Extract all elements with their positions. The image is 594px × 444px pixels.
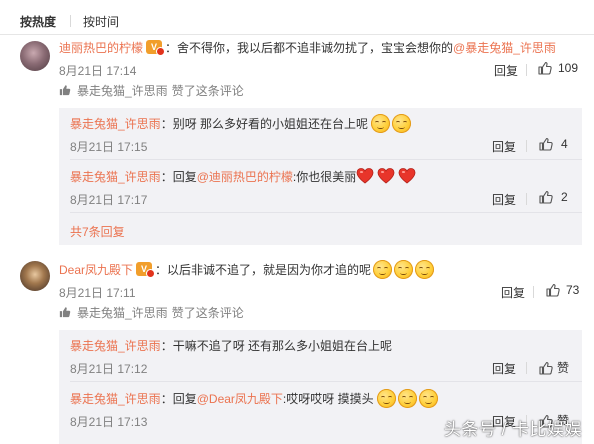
sort-by-time-tab[interactable]: 按时间 — [83, 13, 119, 30]
reply-prefix: 回复 — [172, 169, 197, 184]
comment-username[interactable]: 迪丽热巴的柠檬 — [59, 39, 143, 56]
smile-emoji-icon — [397, 388, 417, 408]
reply-line: 暴走兔猫_许思雨 ： 回复 @迪丽热巴的柠檬 :你也很美丽 — [70, 167, 419, 185]
reply-line: 暴走兔猫_许思雨 ： 回复 @Dear凤九殿下 :哎呀哎呀 摸摸头 — [70, 388, 440, 408]
smile-emoji-icon — [392, 113, 412, 133]
reply-time: 8月21日 17:13 — [70, 415, 148, 429]
comment-time: 8月21日 17:14 — [59, 64, 137, 78]
vip-badge-icon: V — [136, 262, 156, 278]
colon-separator: ： — [160, 391, 173, 406]
sort-by-hot-tab[interactable]: 按热度 — [20, 13, 56, 30]
avatar[interactable] — [20, 41, 50, 71]
like-count: 4 — [561, 137, 568, 151]
watermark: 头条号 / 卡比娱娱 — [443, 420, 582, 439]
heart-emoji-icon — [356, 167, 374, 185]
like-count: 73 — [566, 283, 580, 297]
upvoter-name[interactable]: 暴走兔猫_许思雨 — [77, 304, 168, 321]
reply-divider — [70, 212, 582, 213]
colon-separator: ： — [155, 262, 168, 277]
reply-username[interactable]: 暴走兔猫_许思雨 — [70, 115, 161, 132]
reply-divider — [70, 159, 582, 160]
heart-emoji-icon — [377, 167, 395, 185]
comment-text: 以后非诚不追了，就是因为你才追的呢 — [167, 262, 372, 277]
comment-time: 8月21日 17:11 — [59, 286, 136, 300]
reply-button[interactable]: 回复 — [492, 138, 516, 155]
smile-emoji-icon — [415, 259, 435, 279]
reply-username[interactable]: 暴走兔猫_许思雨 — [70, 390, 161, 407]
reply-text: :你也很美丽 — [292, 169, 357, 184]
reply-username[interactable]: 暴走兔猫_许思雨 — [70, 168, 161, 185]
more-replies-link[interactable]: 共7条回复 — [70, 223, 125, 240]
reply-line: 暴走兔猫_许思雨 ： 别呀 那么多好看的小姐姐还在台上呢 — [70, 113, 413, 133]
reply-text: :哎呀哎呀 摸摸头 — [282, 391, 374, 406]
reply-time: 8月21日 17:12 — [70, 362, 148, 376]
sort-tabs: 按热度 按时间 — [20, 12, 119, 30]
comment-line: 迪丽热巴的柠檬 V ： 舍不得你，我以后都不追非诚勿扰了，宝宝会想你的 @暴走兔… — [59, 38, 556, 56]
reply-divider — [70, 381, 582, 382]
tab-divider — [70, 15, 72, 27]
like-label: 赞 — [557, 361, 570, 375]
action-divider — [526, 140, 527, 152]
colon-separator: ： — [160, 116, 173, 131]
upvoter-name[interactable]: 暴走兔猫_许思雨 — [77, 82, 168, 99]
vip-badge-icon: V — [146, 40, 166, 56]
reply-text: 干嘛不追了呀 还有那么多小姐姐在台上呢 — [172, 338, 393, 353]
reply-line: 暴走兔猫_许思雨 ： 干嘛不追了呀 还有那么多小姐姐在台上呢 — [70, 336, 392, 354]
upvote-note: 暴走兔猫_许思雨 赞了这条评论 — [59, 304, 244, 320]
reply-button[interactable]: 回复 — [492, 360, 516, 377]
small-thumbs-up-icon — [59, 307, 71, 318]
reply-button[interactable]: 回复 — [492, 191, 516, 208]
reply-username[interactable]: 暴走兔猫_许思雨 — [70, 337, 161, 354]
avatar[interactable] — [20, 261, 50, 291]
like-button[interactable]: 109 — [538, 61, 578, 75]
comment-text: 舍不得你，我以后都不追非诚勿扰了，宝宝会想你的 — [177, 40, 454, 55]
smile-emoji-icon — [376, 388, 396, 408]
reply-prefix: 回复 — [172, 391, 197, 406]
reply-button[interactable]: 回复 — [494, 62, 518, 79]
upvote-note-text: 赞了这条评论 — [171, 305, 244, 320]
like-count: 109 — [558, 61, 579, 75]
action-divider — [526, 193, 527, 205]
smile-emoji-icon — [394, 259, 414, 279]
mention-link[interactable]: @迪丽热巴的柠檬 — [197, 168, 293, 185]
colon-separator: ： — [160, 338, 173, 353]
reply-button[interactable]: 回复 — [501, 284, 525, 301]
mention-link[interactable]: @暴走兔猫_许思雨 — [453, 39, 556, 56]
comment-line: Dear凤九殿下 V ： 以后非诚不追了，就是因为你才追的呢 — [59, 259, 436, 279]
small-thumbs-up-icon — [59, 85, 71, 96]
action-divider — [526, 64, 527, 76]
colon-separator: ： — [160, 169, 173, 184]
reply-time: 8月21日 17:15 — [70, 140, 148, 154]
header-divider — [0, 34, 594, 35]
action-divider — [533, 286, 534, 298]
like-button[interactable]: 2 — [539, 190, 568, 204]
comment-username[interactable]: Dear凤九殿下 — [59, 261, 133, 278]
like-button[interactable]: 赞 — [539, 359, 569, 376]
thumbs-up-icon — [538, 61, 552, 75]
colon-separator: ： — [165, 40, 178, 55]
like-button[interactable]: 4 — [539, 137, 568, 151]
smile-emoji-icon — [418, 388, 438, 408]
upvote-note-text: 赞了这条评论 — [171, 83, 244, 98]
thumbs-up-icon — [539, 361, 553, 375]
reply-text: 别呀 那么多好看的小姐姐还在台上呢 — [172, 116, 369, 131]
upvote-note: 暴走兔猫_许思雨 赞了这条评论 — [59, 82, 244, 98]
reply-time: 8月21日 17:17 — [70, 193, 148, 207]
smile-emoji-icon — [371, 113, 391, 133]
heart-emoji-icon — [398, 167, 416, 185]
thumbs-up-icon — [539, 190, 553, 204]
mention-link[interactable]: @Dear凤九殿下 — [197, 390, 283, 407]
action-divider — [526, 362, 527, 374]
like-count: 2 — [561, 190, 568, 204]
thumbs-up-icon — [546, 283, 560, 297]
like-button[interactable]: 73 — [546, 283, 579, 297]
smile-emoji-icon — [373, 259, 393, 279]
thumbs-up-icon — [539, 137, 553, 151]
